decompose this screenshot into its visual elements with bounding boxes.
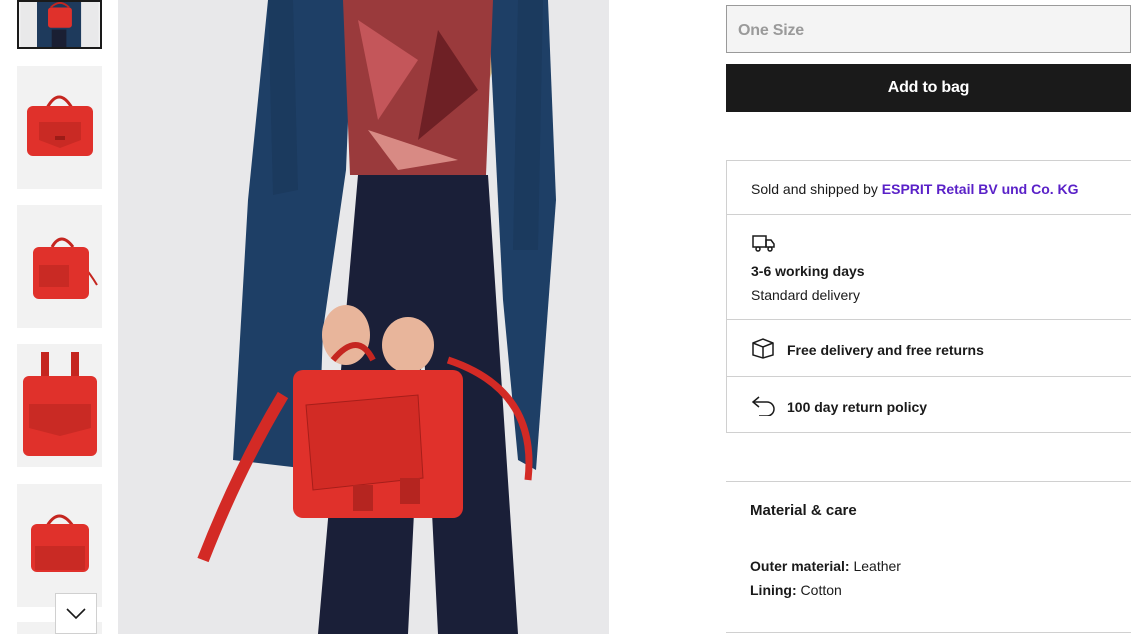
return-arrow-icon [751,396,775,416]
material-lining: Lining: Cotton [750,582,842,598]
purchase-panel: One Size Add to bag Sold and shipped by … [726,0,1131,634]
thumbnail-strip [17,0,103,634]
delivery-info-box: Sold and shipped by ESPRIT Retail BV und… [726,160,1131,433]
size-select-value: One Size [738,22,804,39]
thumbnail-image [17,344,102,467]
thumbnail-image [20,2,99,47]
return-policy-text: 100 day return policy [787,399,928,415]
thumbnail-image [17,484,102,607]
main-product-image[interactable] [118,0,609,634]
material-label: Lining: [750,582,797,598]
seller-name-link[interactable]: ESPRIT Retail BV und Co. KG [882,181,1079,197]
thumbnail-2[interactable] [17,66,102,189]
material-outer: Outer material: Leather [750,558,901,574]
seller-prefix: Sold and shipped by [751,181,878,197]
thumbnail-scroll-down-button[interactable] [55,593,97,634]
thumbnail-1[interactable] [17,0,102,49]
product-photo [118,0,609,634]
free-returns-text: Free delivery and free returns [787,342,984,358]
material-care-section[interactable]: Material & care Outer material: Leather … [726,481,1131,633]
material-care-heading: Material & care [750,502,857,519]
add-to-bag-button[interactable]: Add to bag [726,64,1131,112]
chevron-down-icon [66,607,86,619]
return-policy-row: 100 day return policy [727,377,1131,433]
material-label: Outer material: [750,558,850,574]
free-returns-row: Free delivery and free returns [727,320,1131,377]
add-to-bag-label: Add to bag [887,79,970,96]
box-icon [752,338,774,359]
material-value: Leather [853,558,901,574]
thumbnail-4[interactable] [17,344,102,467]
delivery-type: Standard delivery [751,287,860,303]
delivery-row: 3-6 working days Standard delivery [727,215,1131,320]
seller-text: Sold and shipped by ESPRIT Retail BV und… [751,181,1079,197]
thumbnail-3[interactable] [17,205,102,328]
size-select[interactable]: One Size [726,5,1131,53]
seller-row: Sold and shipped by ESPRIT Retail BV und… [727,161,1131,215]
delivery-time: 3-6 working days [751,263,865,279]
delivery-truck-icon [752,235,775,252]
material-value: Cotton [800,582,842,598]
thumbnail-5[interactable] [17,484,102,607]
thumbnail-image [17,205,102,328]
thumbnail-image [17,66,102,189]
